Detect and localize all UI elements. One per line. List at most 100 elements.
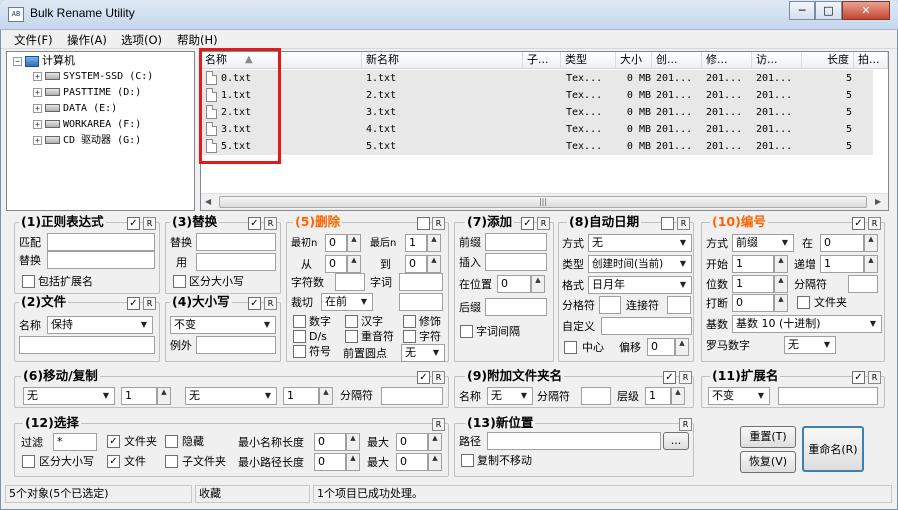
- enable-checkbox[interactable]: ✓: [127, 297, 140, 310]
- reset-r-button[interactable]: R: [679, 418, 692, 431]
- date-con-input[interactable]: [667, 296, 691, 314]
- file-list[interactable]: 名称 ▲ 新名称 子... 类型 大小 创... 修... 访... 长度 拍..…: [200, 51, 889, 211]
- accent-checkbox[interactable]: [345, 330, 358, 343]
- menu-help[interactable]: 帮助(H): [177, 32, 218, 48]
- match-case-checkbox[interactable]: [173, 275, 186, 288]
- table-row[interactable]: 0.txt 1.txt Tex... 0 MB 201... 201... 201... 5: [201, 70, 873, 87]
- close-button[interactable]: ✕: [842, 1, 890, 20]
- offset-input[interactable]: 0: [647, 338, 675, 356]
- copy-not-move-checkbox[interactable]: [461, 454, 474, 467]
- max-name-input[interactable]: 0: [396, 433, 428, 451]
- reset-r-button[interactable]: R: [264, 217, 277, 230]
- collapse-icon[interactable]: −: [13, 56, 22, 66]
- enable-checkbox[interactable]: ✓: [417, 371, 430, 384]
- expand-icon[interactable]: +: [33, 71, 42, 81]
- table-row[interactable]: 5.txt 5.txt Tex... 0 MB 201... 201... 201... 5: [201, 138, 873, 155]
- enable-checkbox[interactable]: ✓: [852, 217, 865, 230]
- folder-tree[interactable]: − 计算机 + SYSTEM-SSD (C:) + PASTTIME (D:) + DA…: [6, 51, 195, 211]
- col-created[interactable]: 创...: [652, 52, 702, 69]
- reset-r-button[interactable]: R: [677, 217, 690, 230]
- min-name-input[interactable]: 0: [314, 433, 346, 451]
- ds-checkbox[interactable]: [293, 330, 306, 343]
- reset-button[interactable]: 重置(T): [740, 426, 796, 448]
- increment-input[interactable]: 1: [820, 255, 864, 273]
- from-input[interactable]: 0: [325, 255, 347, 273]
- hanzi-checkbox[interactable]: [345, 315, 358, 328]
- symbol-checkbox[interactable]: [293, 345, 306, 358]
- expand-icon[interactable]: +: [33, 103, 42, 113]
- move-mode-select[interactable]: 无 ▼: [23, 387, 115, 405]
- reset-r-button[interactable]: R: [264, 297, 277, 310]
- col-sub[interactable]: 子...: [523, 52, 561, 69]
- match-input[interactable]: [47, 233, 155, 251]
- last-n-input[interactable]: 1: [405, 234, 427, 252]
- roman-select[interactable]: 无 ▼: [784, 336, 836, 354]
- col-new-name[interactable]: 新名称: [362, 52, 523, 69]
- browse-button[interactable]: ...: [663, 432, 689, 450]
- revert-button[interactable]: 恢复(V): [740, 451, 796, 473]
- crop-select[interactable]: 在前 ▼: [321, 293, 373, 311]
- table-row[interactable]: 3.txt 4.txt Tex... 0 MB 201... 201... 201... 5: [201, 121, 873, 138]
- extension-input[interactable]: [778, 387, 878, 405]
- col-modified[interactable]: 修...: [702, 52, 752, 69]
- tree-item-computer[interactable]: − 计算机: [13, 53, 75, 69]
- enable-checkbox[interactable]: ✓: [663, 371, 676, 384]
- first-n-input[interactable]: 0: [325, 234, 347, 252]
- min-path-spinner[interactable]: ▲: [346, 453, 360, 471]
- move-count-spinner[interactable]: ▲: [157, 387, 171, 405]
- max-path-spinner[interactable]: ▲: [428, 453, 442, 471]
- date-mode-select[interactable]: 无 ▼: [588, 234, 692, 252]
- reset-r-button[interactable]: R: [432, 217, 445, 230]
- reset-r-button[interactable]: R: [143, 297, 156, 310]
- extension-select[interactable]: 不变 ▼: [708, 387, 770, 405]
- case-sensitive-checkbox[interactable]: [22, 455, 35, 468]
- files-checkbox[interactable]: ✓: [107, 455, 120, 468]
- date-sep-input[interactable]: [599, 296, 621, 314]
- date-custom-input[interactable]: [601, 317, 692, 335]
- level-input[interactable]: 1: [645, 387, 671, 405]
- number-mode-select[interactable]: 前缀 ▼: [732, 234, 794, 252]
- chars-input[interactable]: [335, 273, 365, 291]
- scroll-thumb[interactable]: |||: [219, 196, 867, 208]
- number-at-input[interactable]: 0: [820, 234, 864, 252]
- min-name-spinner[interactable]: ▲: [346, 433, 360, 451]
- reset-r-button[interactable]: R: [432, 418, 445, 431]
- enable-checkbox[interactable]: ✓: [127, 217, 140, 230]
- filter-input[interactable]: *: [53, 433, 97, 451]
- center-checkbox[interactable]: [564, 341, 577, 354]
- trim-checkbox[interactable]: [403, 315, 416, 328]
- replace-input[interactable]: [47, 251, 155, 269]
- move-count-input[interactable]: 1: [121, 387, 157, 405]
- hidden-checkbox[interactable]: [165, 435, 178, 448]
- include-ext-checkbox[interactable]: [22, 275, 35, 288]
- reset-r-button[interactable]: R: [143, 217, 156, 230]
- tree-item-drive[interactable]: + WORKAREA (F:): [33, 117, 141, 133]
- horizontal-scrollbar[interactable]: ◀ ||| ▶: [201, 193, 888, 210]
- offset-spinner[interactable]: ▲: [675, 338, 689, 356]
- scroll-left-icon[interactable]: ◀: [205, 197, 211, 206]
- name-input[interactable]: [19, 336, 155, 354]
- tree-item-drive[interactable]: + DATA (E:): [33, 101, 117, 117]
- rename-button[interactable]: 重命名(R): [802, 426, 864, 472]
- expand-icon[interactable]: +: [33, 87, 42, 97]
- move-mode2-select[interactable]: 无 ▼: [185, 387, 277, 405]
- scroll-right-icon[interactable]: ▶: [875, 197, 881, 206]
- menu-file[interactable]: 文件(F): [14, 32, 53, 48]
- reset-r-button[interactable]: R: [679, 371, 692, 384]
- suffix-input[interactable]: [485, 298, 547, 316]
- number-at-spinner[interactable]: ▲: [864, 234, 878, 252]
- enable-checkbox[interactable]: [417, 217, 430, 230]
- lead-dots-select[interactable]: 无 ▼: [401, 344, 445, 362]
- base-select[interactable]: 基数 10 (十进制) ▼: [732, 315, 882, 333]
- from-spinner[interactable]: ▲: [347, 255, 361, 273]
- path-input[interactable]: [487, 432, 661, 450]
- number-sep-input[interactable]: [848, 275, 878, 293]
- tree-item-drive[interactable]: + SYSTEM-SSD (C:): [33, 69, 153, 85]
- insert-at-spinner[interactable]: ▲: [531, 275, 545, 293]
- col-size[interactable]: 大小: [616, 52, 652, 69]
- table-row[interactable]: 2.txt 3.txt Tex... 0 MB 201... 201... 201... 5: [201, 104, 873, 121]
- folder-checkbox[interactable]: [797, 296, 810, 309]
- pad-input[interactable]: 1: [732, 275, 774, 293]
- to-spinner[interactable]: ▲: [427, 255, 441, 273]
- insert-input[interactable]: [485, 253, 547, 271]
